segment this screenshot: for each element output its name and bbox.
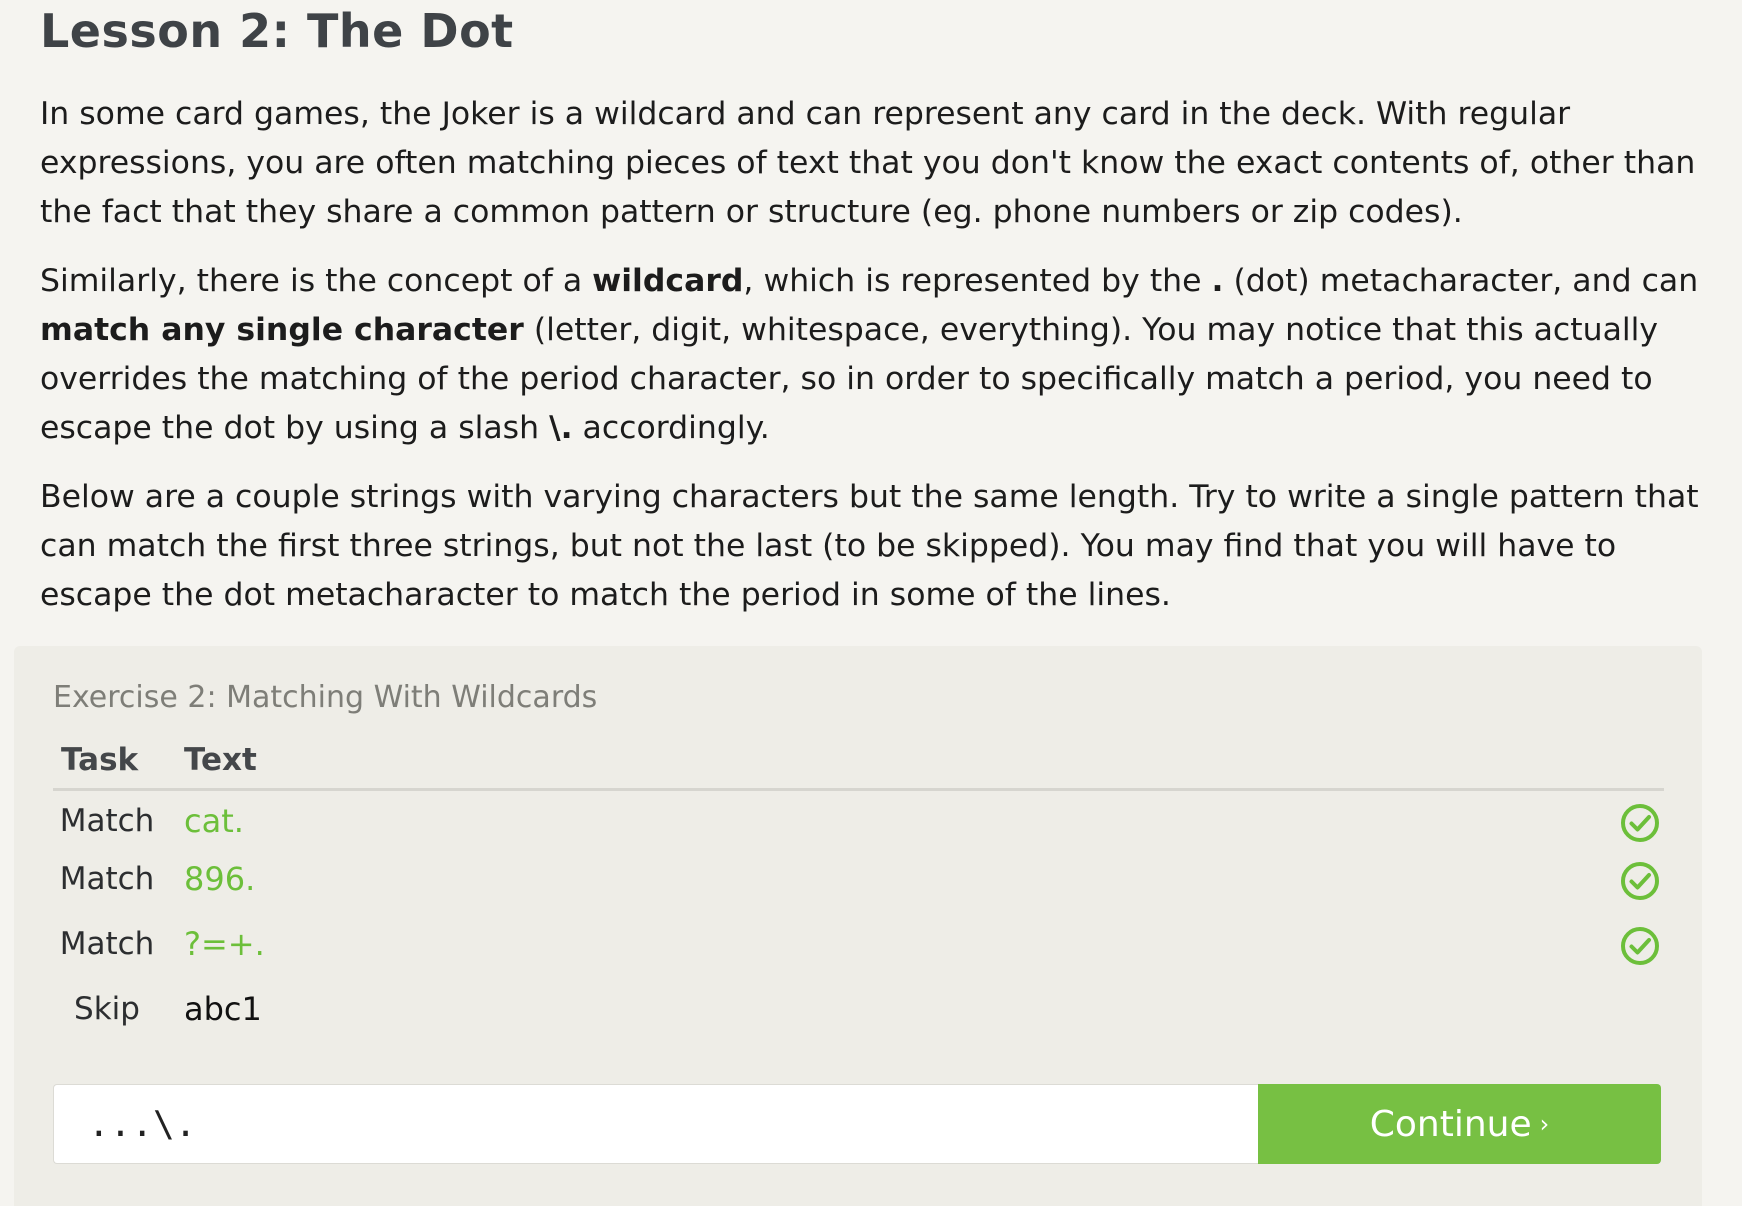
lesson-paragraph-2: Similarly, there is the concept of a wil…: [40, 257, 1700, 453]
lesson-content: Lesson 2: The Dot In some card games, th…: [40, 0, 1700, 620]
p2-text-e: (dot) metacharacter, and can: [1223, 263, 1699, 299]
row-test-string: abc1: [184, 990, 262, 1028]
regex-pattern-input[interactable]: [53, 1084, 1258, 1164]
check-circle-icon: [1621, 862, 1659, 900]
row-test-string: 896.: [184, 860, 256, 898]
escape-symbol: \.: [549, 410, 573, 446]
column-header-text: Text: [184, 742, 257, 778]
p2-text-i: accordingly.: [572, 410, 770, 446]
lesson-paragraph-1: In some card games, the Joker is a wildc…: [40, 96, 1696, 230]
exercise-panel: Exercise 2: Matching With Wildcards Task…: [14, 646, 1702, 1206]
match-any-term: match any single character: [40, 312, 524, 348]
exercise-title: Exercise 2: Matching With Wildcards: [53, 680, 598, 715]
lesson-paragraph-3: Below are a couple strings with varying …: [40, 479, 1699, 613]
dot-symbol: .: [1211, 263, 1224, 299]
answer-row: Continue›: [53, 1084, 1661, 1164]
row-task-label: Match: [59, 861, 155, 897]
row-test-string: ?=+.: [184, 925, 265, 963]
table-row: Match ?=+.: [53, 916, 1664, 972]
wildcard-term: wildcard: [592, 263, 744, 299]
row-task-label: Match: [59, 926, 155, 962]
table-row: Match 896.: [53, 851, 1664, 907]
row-task-label: Skip: [74, 991, 140, 1027]
continue-button[interactable]: Continue ›: [1258, 1084, 1661, 1164]
p2-text-a: Similarly, there is the concept of a: [40, 263, 593, 299]
exercise-table-header: Task Text: [53, 740, 1664, 791]
check-circle-icon: [1621, 804, 1659, 842]
row-task-label: Match: [59, 803, 155, 839]
check-circle-icon: [1621, 927, 1659, 965]
row-test-string: cat.: [184, 802, 244, 840]
table-row: Match cat.: [53, 793, 1664, 849]
chevron-right-icon: ›: [1539, 1110, 1550, 1138]
lesson-title: Lesson 2: The Dot: [40, 4, 514, 58]
column-header-task: Task: [61, 742, 139, 778]
continue-button-label: Continue: [1369, 1104, 1532, 1145]
table-row: Skip abc1: [53, 981, 1664, 1037]
p2-text-c: , which is represented by the: [743, 263, 1212, 299]
